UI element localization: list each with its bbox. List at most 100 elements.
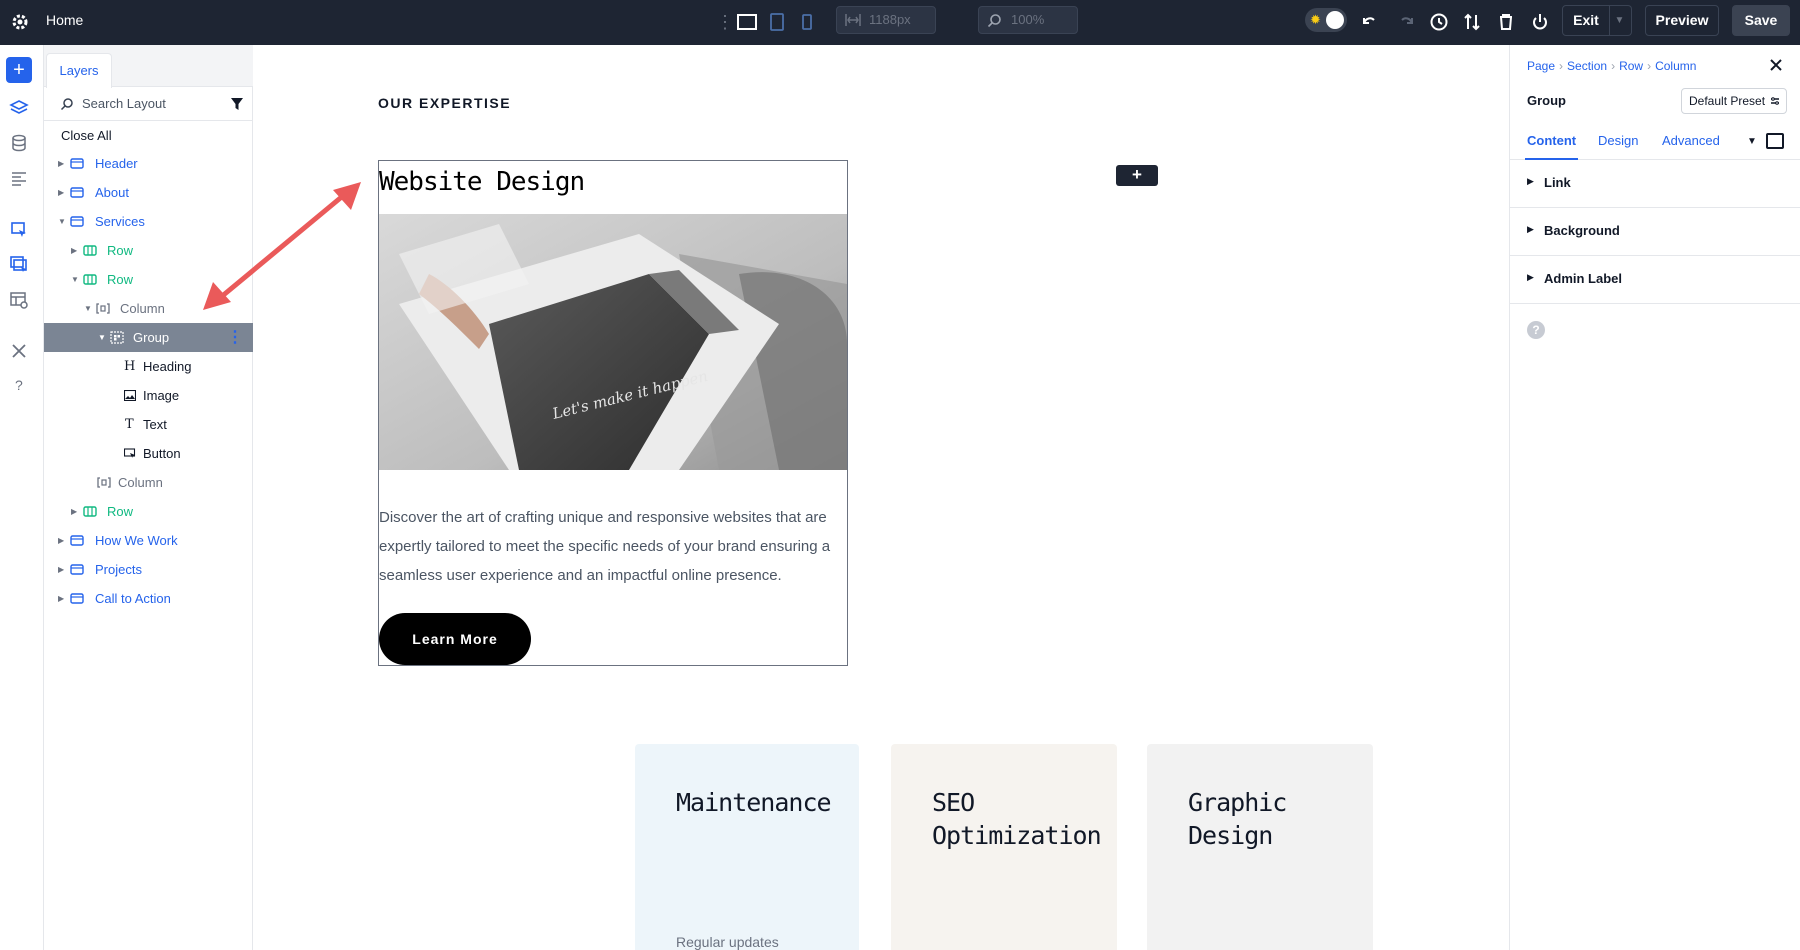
preview-button[interactable]: Preview bbox=[1645, 5, 1719, 36]
expand-chevron-icon[interactable]: ▶ bbox=[71, 497, 77, 526]
layer-item-projects[interactable]: ▶ Projects bbox=[44, 555, 253, 584]
responsive-view-icon[interactable] bbox=[1766, 133, 1784, 149]
image-module[interactable]: Let's make it happen bbox=[379, 214, 847, 470]
exit-button[interactable]: Exit bbox=[1562, 5, 1610, 36]
layer-label: Row bbox=[107, 265, 133, 294]
service-card-seo[interactable]: SEO Optimization bbox=[891, 744, 1117, 950]
row-icon bbox=[83, 273, 97, 286]
expand-chevron-icon[interactable]: ▶ bbox=[58, 526, 64, 555]
expand-chevron-icon: ▶ bbox=[1527, 224, 1534, 235]
phone-view-icon[interactable] bbox=[796, 11, 818, 33]
settings-gear-icon[interactable] bbox=[10, 12, 30, 32]
zoom-value: 100% bbox=[1011, 7, 1044, 33]
database-icon[interactable] bbox=[9, 133, 29, 153]
breadcrumb-row[interactable]: Row bbox=[1619, 59, 1643, 73]
layer-label: Text bbox=[143, 410, 167, 439]
builder-canvas[interactable]: OUR EXPERTISE Website Design bbox=[253, 45, 1509, 950]
card-title: Maintenance bbox=[676, 786, 831, 819]
collapse-chevron-icon[interactable]: ▼ bbox=[84, 294, 92, 323]
close-all-link[interactable]: Close All bbox=[61, 128, 112, 143]
section-background[interactable]: ▶ Background bbox=[1510, 208, 1800, 256]
expand-chevron-icon[interactable]: ▶ bbox=[58, 584, 64, 613]
tablet-view-icon[interactable] bbox=[766, 11, 788, 33]
sort-arrows-icon[interactable] bbox=[1461, 11, 1483, 33]
section-icon bbox=[70, 157, 84, 170]
more-options-icon[interactable]: ⋮ bbox=[227, 323, 243, 352]
zoom-field[interactable]: 100% bbox=[978, 6, 1078, 34]
column-icon bbox=[96, 302, 110, 315]
tab-content[interactable]: Content bbox=[1525, 124, 1578, 160]
search-input[interactable]: Search Layout bbox=[82, 96, 166, 111]
canvas-width-field[interactable]: 1188px bbox=[836, 6, 936, 34]
layer-label: How We Work bbox=[95, 526, 178, 555]
layer-label: Services bbox=[95, 207, 145, 236]
expand-chevron-icon[interactable]: ▶ bbox=[58, 178, 64, 207]
expand-chevron-icon[interactable]: ▶ bbox=[58, 149, 64, 178]
exit-menu-chevron-icon[interactable]: ▼ bbox=[1608, 5, 1632, 36]
templates-icon[interactable] bbox=[9, 255, 29, 275]
redo-icon[interactable] bbox=[1394, 11, 1416, 33]
layer-item-text[interactable]: T Text bbox=[44, 410, 253, 439]
page-structure-icon[interactable] bbox=[9, 168, 29, 188]
tab-options-chevron-icon[interactable]: ▼ bbox=[1747, 136, 1757, 147]
layer-item-row[interactable]: ▶ Row bbox=[44, 497, 253, 526]
section-eyebrow[interactable]: OUR EXPERTISE bbox=[378, 95, 511, 111]
card-subtitle: Regular updates bbox=[676, 934, 779, 950]
undo-icon[interactable] bbox=[1360, 11, 1382, 33]
layer-item-button[interactable]: Button bbox=[44, 439, 253, 468]
add-module-button[interactable]: + bbox=[1116, 165, 1158, 186]
heading-module[interactable]: Website Design bbox=[379, 167, 584, 197]
theme-toggle[interactable]: ✹ bbox=[1305, 8, 1347, 32]
layers-icon[interactable] bbox=[9, 98, 29, 118]
history-clock-icon[interactable] bbox=[1428, 11, 1450, 33]
preview-layout-icon[interactable] bbox=[9, 290, 29, 310]
preset-dropdown[interactable]: Default Preset bbox=[1681, 88, 1787, 114]
layers-search[interactable]: Search Layout bbox=[44, 87, 253, 121]
button-icon bbox=[124, 448, 136, 459]
tab-advanced[interactable]: Advanced bbox=[1662, 124, 1720, 160]
layer-item-call-to-action[interactable]: ▶ Call to Action bbox=[44, 584, 253, 613]
layer-item-how-we-work[interactable]: ▶ How We Work bbox=[44, 526, 253, 555]
layer-item-heading[interactable]: H Heading bbox=[44, 352, 253, 381]
drag-handle-icon[interactable]: ⋮ bbox=[716, 10, 734, 34]
filter-icon[interactable] bbox=[230, 97, 244, 111]
section-label: Link bbox=[1544, 175, 1571, 190]
service-card-graphic-design[interactable]: Graphic Design bbox=[1147, 744, 1373, 950]
expand-chevron-icon[interactable]: ▶ bbox=[71, 236, 77, 265]
layer-label: Header bbox=[95, 149, 138, 178]
save-button[interactable]: Save bbox=[1732, 5, 1790, 36]
help-circle-icon[interactable]: ? bbox=[1527, 321, 1545, 339]
layer-label: Projects bbox=[95, 555, 142, 584]
tab-design[interactable]: Design bbox=[1598, 124, 1638, 160]
service-card-maintenance[interactable]: Maintenance Regular updates bbox=[635, 744, 859, 950]
section-icon bbox=[70, 215, 84, 228]
tools-icon[interactable] bbox=[9, 341, 29, 361]
theme-builder-icon[interactable] bbox=[9, 220, 29, 240]
tab-layers[interactable]: Layers bbox=[46, 53, 112, 88]
help-icon[interactable]: ? bbox=[9, 375, 29, 395]
settings-panel: Page›Section›Row›Column Group Default Pr… bbox=[1509, 45, 1800, 950]
layer-label: Row bbox=[107, 497, 133, 526]
collapse-chevron-icon[interactable]: ▼ bbox=[58, 207, 66, 236]
trash-icon[interactable] bbox=[1495, 11, 1517, 33]
layer-item-image[interactable]: Image bbox=[44, 381, 253, 410]
layer-item-column[interactable]: Column bbox=[44, 468, 253, 497]
breadcrumb-page[interactable]: Page bbox=[1527, 59, 1555, 73]
layer-item-group-selected[interactable]: ▼ Group ⋮ bbox=[44, 323, 253, 352]
section-link[interactable]: ▶ Link bbox=[1510, 160, 1800, 208]
collapse-chevron-icon[interactable]: ▼ bbox=[98, 323, 106, 352]
section-admin-label[interactable]: ▶ Admin Label bbox=[1510, 256, 1800, 304]
expand-chevron-icon[interactable]: ▶ bbox=[58, 555, 64, 584]
section-label: Background bbox=[1544, 223, 1620, 238]
power-icon[interactable] bbox=[1529, 11, 1551, 33]
collapse-chevron-icon[interactable]: ▼ bbox=[71, 265, 79, 294]
desktop-view-icon[interactable] bbox=[736, 11, 758, 33]
breadcrumb-section[interactable]: Section bbox=[1567, 59, 1607, 73]
add-element-button[interactable]: + bbox=[6, 57, 32, 83]
selected-group-module[interactable]: Website Design bbox=[378, 160, 848, 666]
learn-more-button[interactable]: Learn More bbox=[379, 613, 531, 665]
breadcrumb-column[interactable]: Column bbox=[1655, 59, 1696, 73]
close-icon[interactable] bbox=[1768, 57, 1784, 73]
text-module[interactable]: Discover the art of crafting unique and … bbox=[379, 503, 849, 590]
settings-tabs: Content Design Advanced ▼ bbox=[1510, 124, 1800, 160]
